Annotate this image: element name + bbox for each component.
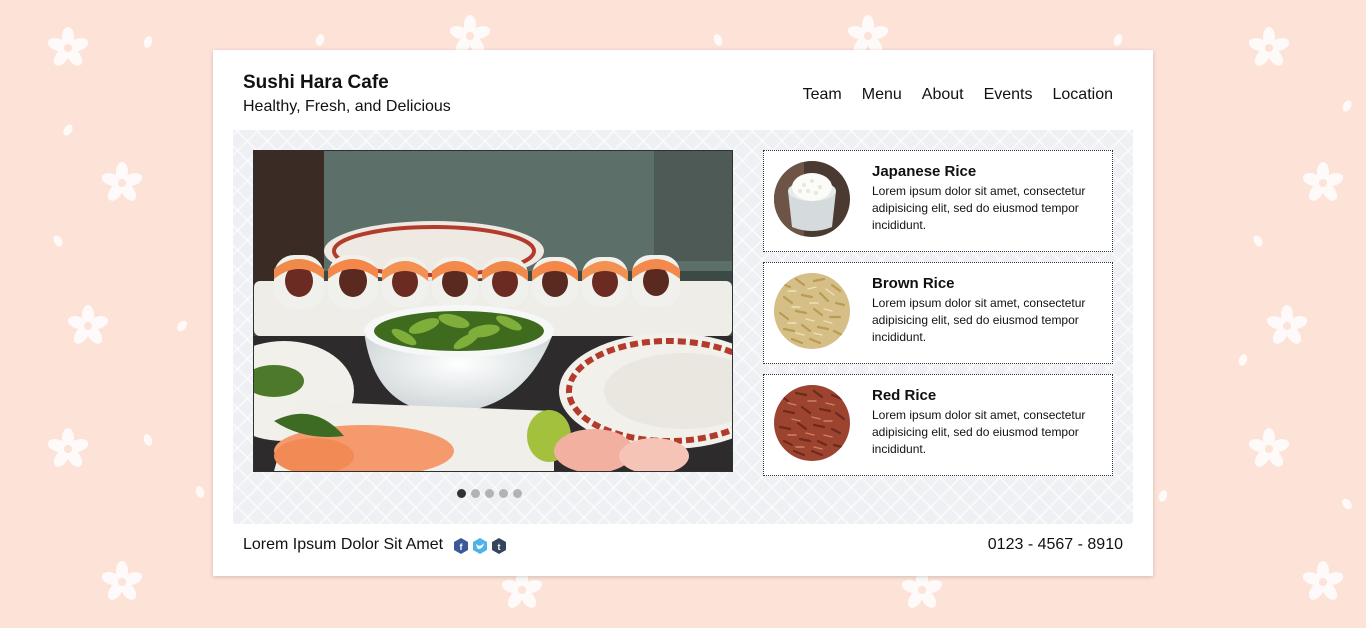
image-slider[interactable] bbox=[253, 150, 733, 472]
rice-description: Lorem ipsum dolor sit amet, consectetur … bbox=[872, 296, 1086, 344]
site-tagline: Healthy, Fresh, and Delicious bbox=[243, 98, 451, 115]
nav-item-team[interactable]: Team bbox=[803, 86, 842, 104]
main-nav: Team Menu About Events Location bbox=[803, 86, 1113, 104]
brown-rice-image bbox=[774, 273, 850, 349]
slider-dot-4[interactable] bbox=[499, 489, 508, 498]
tumblr-icon[interactable]: t bbox=[491, 538, 507, 554]
rice-description: Lorem ipsum dolor sit amet, consectetur … bbox=[872, 184, 1086, 232]
site-title[interactable]: Sushi Hara Cafe bbox=[243, 72, 389, 94]
phone-number: 0123 - 4567 - 8910 bbox=[987, 536, 1123, 553]
slider-pagination bbox=[457, 489, 522, 498]
facebook-icon[interactable]: f bbox=[453, 538, 469, 554]
nav-item-events[interactable]: Events bbox=[984, 86, 1033, 104]
slider-dot-2[interactable] bbox=[471, 489, 480, 498]
rice-name: Red Rice bbox=[872, 387, 937, 404]
rice-card-red[interactable]: Red Rice Lorem ipsum dolor sit amet, con… bbox=[763, 374, 1113, 476]
nav-item-menu[interactable]: Menu bbox=[862, 86, 902, 104]
rice-list: Japanese Rice Lorem ipsum dolor sit amet… bbox=[763, 150, 1113, 486]
japanese-rice-image bbox=[774, 161, 850, 237]
slider-dot-5[interactable] bbox=[513, 489, 522, 498]
twitter-icon[interactable] bbox=[472, 538, 488, 554]
rice-card-brown[interactable]: Brown Rice Lorem ipsum dolor sit amet, c… bbox=[763, 262, 1113, 364]
sushi-photo bbox=[254, 151, 732, 471]
footer-text: Lorem Ipsum Dolor Sit Amet bbox=[243, 536, 444, 553]
rice-name: Japanese Rice bbox=[872, 163, 977, 180]
rice-name: Brown Rice bbox=[872, 275, 955, 292]
content-area: Japanese Rice Lorem ipsum dolor sit amet… bbox=[233, 130, 1133, 524]
social-links: f t bbox=[453, 538, 507, 554]
rice-card-japanese[interactable]: Japanese Rice Lorem ipsum dolor sit amet… bbox=[763, 150, 1113, 252]
main-card: Sushi Hara Cafe Healthy, Fresh, and Deli… bbox=[213, 50, 1153, 576]
svg-text:t: t bbox=[498, 542, 501, 552]
nav-item-about[interactable]: About bbox=[922, 86, 964, 104]
rice-description: Lorem ipsum dolor sit amet, consectetur … bbox=[872, 408, 1086, 456]
slider-dot-1[interactable] bbox=[457, 489, 466, 498]
nav-item-location[interactable]: Location bbox=[1053, 86, 1114, 104]
red-rice-image bbox=[774, 385, 850, 461]
slider-dot-3[interactable] bbox=[485, 489, 494, 498]
